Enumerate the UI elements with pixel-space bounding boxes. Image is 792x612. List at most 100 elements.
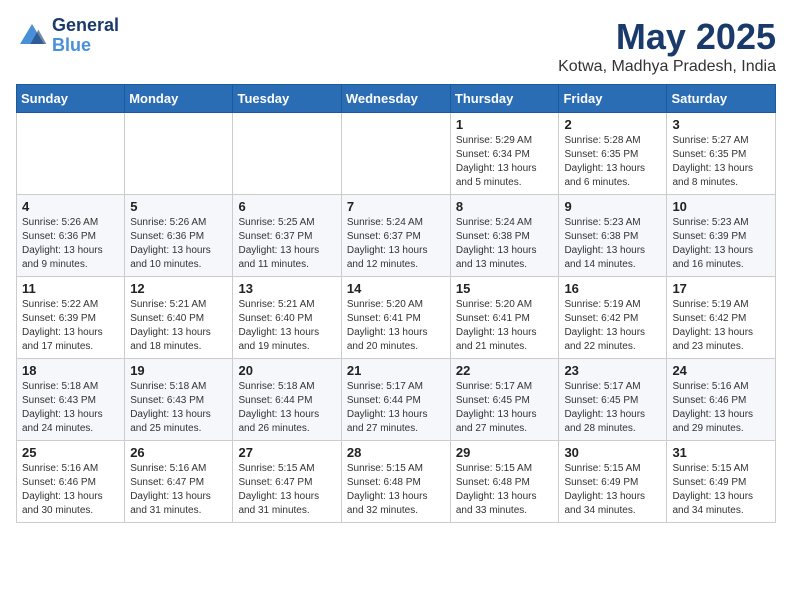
day-number: 9: [564, 199, 661, 214]
calendar-cell: [341, 113, 450, 195]
day-number: 30: [564, 445, 661, 460]
day-header-wednesday: Wednesday: [341, 85, 450, 113]
day-info: Sunrise: 5:16 AM Sunset: 6:46 PM Dayligh…: [672, 380, 770, 436]
calendar-body: 1 Sunrise: 5:29 AM Sunset: 6:34 PM Daylig…: [17, 113, 776, 523]
week-row-5: 25 Sunrise: 5:16 AM Sunset: 6:46 PM Dayli…: [17, 441, 776, 523]
day-info: Sunrise: 5:16 AM Sunset: 6:47 PM Dayligh…: [130, 462, 227, 518]
day-number: 26: [130, 445, 227, 460]
calendar-cell: [233, 113, 341, 195]
calendar-cell: 30Sunrise: 5:15 AM Sunset: 6:49 PM Dayli…: [559, 441, 667, 523]
month-title: May 2025: [558, 16, 776, 58]
calendar-cell: 8 Sunrise: 5:24 AM Sunset: 6:38 PM Daylig…: [450, 195, 559, 277]
calendar-cell: 16 Sunrise: 5:19 AM Sunset: 6:42 PM Dayli…: [559, 277, 667, 359]
day-header-thursday: Thursday: [450, 85, 559, 113]
calendar-cell: 23 Sunrise: 5:17 AM Sunset: 6:45 PM Dayli…: [559, 359, 667, 441]
day-number: 17: [672, 281, 770, 296]
logo-text: General Blue: [52, 16, 119, 56]
calendar-cell: 31Sunrise: 5:15 AM Sunset: 6:49 PM Dayli…: [667, 441, 776, 523]
week-row-1: 1 Sunrise: 5:29 AM Sunset: 6:34 PM Daylig…: [17, 113, 776, 195]
day-info: Sunrise: 5:20 AM Sunset: 6:41 PM Dayligh…: [347, 298, 445, 354]
calendar-cell: [17, 113, 125, 195]
day-number: 23: [564, 363, 661, 378]
day-info: Sunrise: 5:15 AM Sunset: 6:47 PM Dayligh…: [238, 462, 335, 518]
day-number: 1: [456, 117, 554, 132]
calendar-cell: 10Sunrise: 5:23 AM Sunset: 6:39 PM Dayli…: [667, 195, 776, 277]
day-info: Sunrise: 5:19 AM Sunset: 6:42 PM Dayligh…: [564, 298, 661, 354]
day-number: 27: [238, 445, 335, 460]
calendar-cell: 2 Sunrise: 5:28 AM Sunset: 6:35 PM Daylig…: [559, 113, 667, 195]
calendar-cell: [125, 113, 233, 195]
day-number: 16: [564, 281, 661, 296]
day-number: 3: [672, 117, 770, 132]
day-info: Sunrise: 5:15 AM Sunset: 6:48 PM Dayligh…: [456, 462, 554, 518]
day-number: 18: [22, 363, 119, 378]
day-info: Sunrise: 5:27 AM Sunset: 6:35 PM Dayligh…: [672, 134, 770, 190]
day-number: 21: [347, 363, 445, 378]
day-info: Sunrise: 5:23 AM Sunset: 6:38 PM Dayligh…: [564, 216, 661, 272]
title-area: May 2025 Kotwa, Madhya Pradesh, India: [558, 16, 776, 76]
day-number: 10: [672, 199, 770, 214]
day-info: Sunrise: 5:29 AM Sunset: 6:34 PM Dayligh…: [456, 134, 554, 190]
day-info: Sunrise: 5:17 AM Sunset: 6:45 PM Dayligh…: [564, 380, 661, 436]
day-number: 15: [456, 281, 554, 296]
day-info: Sunrise: 5:22 AM Sunset: 6:39 PM Dayligh…: [22, 298, 119, 354]
day-number: 7: [347, 199, 445, 214]
calendar-cell: 27 Sunrise: 5:15 AM Sunset: 6:47 PM Dayli…: [233, 441, 341, 523]
day-header-friday: Friday: [559, 85, 667, 113]
calendar-cell: 14Sunrise: 5:20 AM Sunset: 6:41 PM Dayli…: [341, 277, 450, 359]
day-info: Sunrise: 5:28 AM Sunset: 6:35 PM Dayligh…: [564, 134, 661, 190]
day-info: Sunrise: 5:24 AM Sunset: 6:38 PM Dayligh…: [456, 216, 554, 272]
calendar: SundayMondayTuesdayWednesdayThursdayFrid…: [16, 84, 776, 523]
day-info: Sunrise: 5:24 AM Sunset: 6:37 PM Dayligh…: [347, 216, 445, 272]
calendar-cell: 28 Sunrise: 5:15 AM Sunset: 6:48 PM Dayli…: [341, 441, 450, 523]
day-number: 22: [456, 363, 554, 378]
calendar-cell: 15 Sunrise: 5:20 AM Sunset: 6:41 PM Dayli…: [450, 277, 559, 359]
day-number: 20: [238, 363, 335, 378]
day-number: 2: [564, 117, 661, 132]
day-info: Sunrise: 5:19 AM Sunset: 6:42 PM Dayligh…: [672, 298, 770, 354]
calendar-cell: 7 Sunrise: 5:24 AM Sunset: 6:37 PM Daylig…: [341, 195, 450, 277]
calendar-header: SundayMondayTuesdayWednesdayThursdayFrid…: [17, 85, 776, 113]
calendar-cell: 19Sunrise: 5:18 AM Sunset: 6:43 PM Dayli…: [125, 359, 233, 441]
day-header-tuesday: Tuesday: [233, 85, 341, 113]
day-number: 25: [22, 445, 119, 460]
day-info: Sunrise: 5:15 AM Sunset: 6:49 PM Dayligh…: [672, 462, 770, 518]
header: General Blue May 2025 Kotwa, Madhya Prad…: [16, 16, 776, 76]
day-info: Sunrise: 5:15 AM Sunset: 6:48 PM Dayligh…: [347, 462, 445, 518]
day-info: Sunrise: 5:17 AM Sunset: 6:45 PM Dayligh…: [456, 380, 554, 436]
calendar-cell: 11 Sunrise: 5:22 AM Sunset: 6:39 PM Dayli…: [17, 277, 125, 359]
day-info: Sunrise: 5:17 AM Sunset: 6:44 PM Dayligh…: [347, 380, 445, 436]
day-info: Sunrise: 5:16 AM Sunset: 6:46 PM Dayligh…: [22, 462, 119, 518]
calendar-cell: 17 Sunrise: 5:19 AM Sunset: 6:42 PM Dayli…: [667, 277, 776, 359]
calendar-cell: 25 Sunrise: 5:16 AM Sunset: 6:46 PM Dayli…: [17, 441, 125, 523]
calendar-cell: 4Sunrise: 5:26 AM Sunset: 6:36 PM Daylig…: [17, 195, 125, 277]
week-row-3: 11 Sunrise: 5:22 AM Sunset: 6:39 PM Dayli…: [17, 277, 776, 359]
calendar-cell: 22 Sunrise: 5:17 AM Sunset: 6:45 PM Dayli…: [450, 359, 559, 441]
calendar-cell: 1 Sunrise: 5:29 AM Sunset: 6:34 PM Daylig…: [450, 113, 559, 195]
day-header-saturday: Saturday: [667, 85, 776, 113]
day-number: 19: [130, 363, 227, 378]
day-info: Sunrise: 5:21 AM Sunset: 6:40 PM Dayligh…: [238, 298, 335, 354]
calendar-cell: 9 Sunrise: 5:23 AM Sunset: 6:38 PM Daylig…: [559, 195, 667, 277]
week-row-2: 4Sunrise: 5:26 AM Sunset: 6:36 PM Daylig…: [17, 195, 776, 277]
week-row-4: 18 Sunrise: 5:18 AM Sunset: 6:43 PM Dayli…: [17, 359, 776, 441]
day-info: Sunrise: 5:26 AM Sunset: 6:36 PM Dayligh…: [130, 216, 227, 272]
calendar-cell: 21 Sunrise: 5:17 AM Sunset: 6:44 PM Dayli…: [341, 359, 450, 441]
calendar-cell: 6Sunrise: 5:25 AM Sunset: 6:37 PM Daylig…: [233, 195, 341, 277]
day-header-monday: Monday: [125, 85, 233, 113]
day-info: Sunrise: 5:25 AM Sunset: 6:37 PM Dayligh…: [238, 216, 335, 272]
calendar-cell: 29 Sunrise: 5:15 AM Sunset: 6:48 PM Dayli…: [450, 441, 559, 523]
day-number: 11: [22, 281, 119, 296]
day-info: Sunrise: 5:18 AM Sunset: 6:43 PM Dayligh…: [22, 380, 119, 436]
day-number: 5: [130, 199, 227, 214]
calendar-cell: 24Sunrise: 5:16 AM Sunset: 6:46 PM Dayli…: [667, 359, 776, 441]
calendar-cell: 20Sunrise: 5:18 AM Sunset: 6:44 PM Dayli…: [233, 359, 341, 441]
day-number: 29: [456, 445, 554, 460]
calendar-cell: 12 Sunrise: 5:21 AM Sunset: 6:40 PM Dayli…: [125, 277, 233, 359]
day-number: 8: [456, 199, 554, 214]
day-number: 12: [130, 281, 227, 296]
logo: General Blue: [16, 16, 119, 56]
day-info: Sunrise: 5:20 AM Sunset: 6:41 PM Dayligh…: [456, 298, 554, 354]
day-number: 28: [347, 445, 445, 460]
day-info: Sunrise: 5:21 AM Sunset: 6:40 PM Dayligh…: [130, 298, 227, 354]
